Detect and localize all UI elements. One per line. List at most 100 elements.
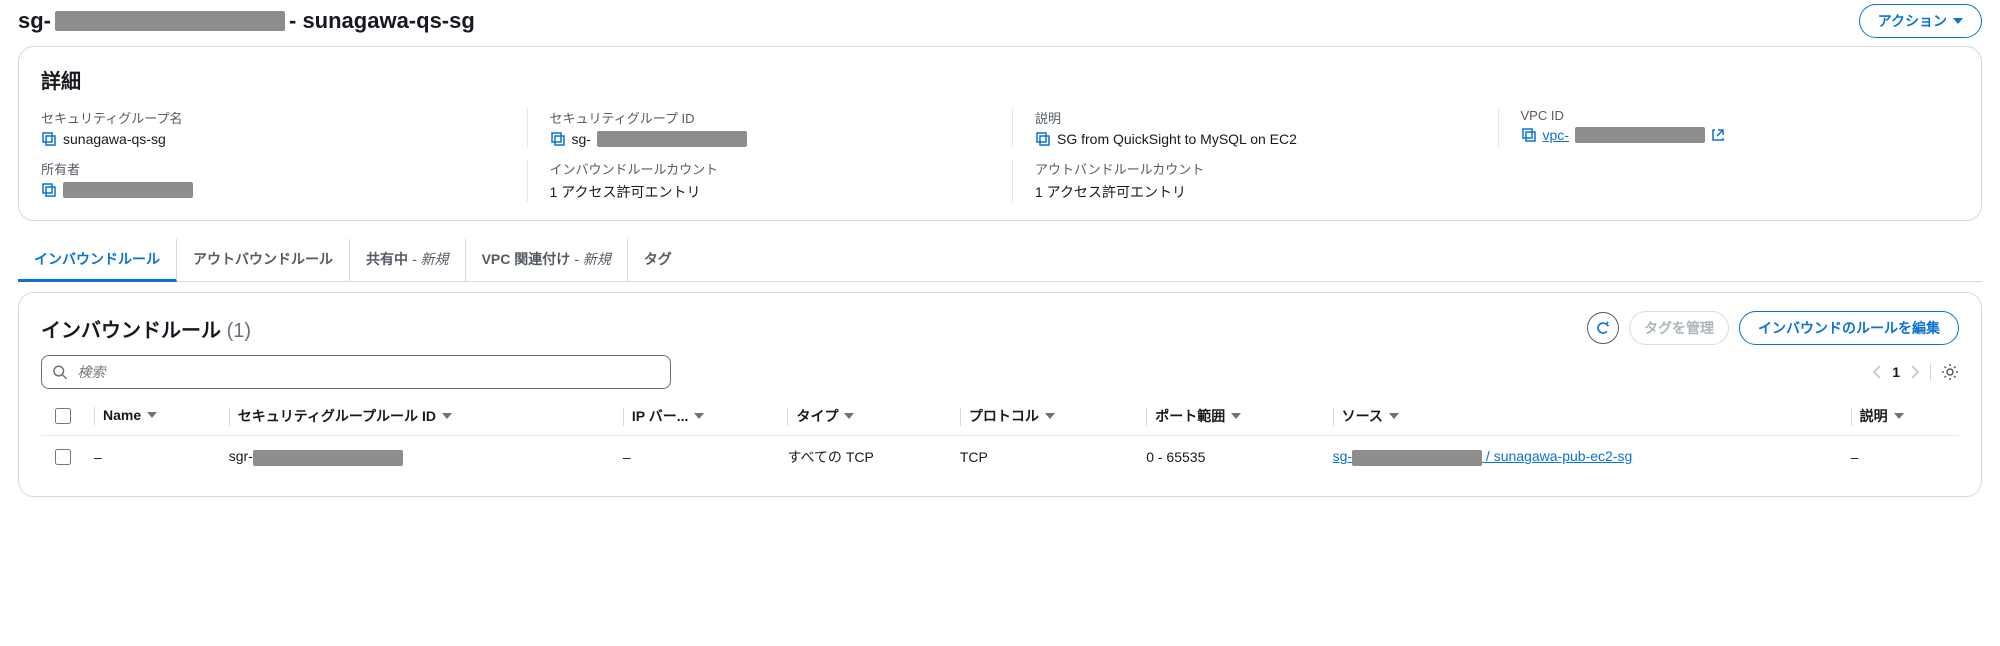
redacted-sg-id-value [597, 131, 747, 147]
vpc-link[interactable]: vpc- [1543, 127, 1569, 143]
redacted-sg-id [55, 11, 285, 31]
col-type[interactable]: タイプ [777, 397, 949, 436]
col-label: IP バー... [632, 406, 689, 426]
actions-label: アクション [1878, 11, 1947, 31]
copy-icon[interactable] [41, 182, 57, 198]
label: インバウンドのルールを編集 [1758, 318, 1940, 338]
detail-vpc-id: VPC ID vpc- [1498, 108, 1960, 147]
filter-caret-icon [147, 412, 157, 418]
redacted-source [1352, 450, 1482, 466]
details-title: 詳細 [41, 65, 1959, 94]
manage-tags-button[interactable]: タグを管理 [1629, 311, 1729, 345]
tab-sharing[interactable]: 共有中- 新規 [350, 239, 466, 281]
detail-description: 説明 SG from QuickSight to MySQL on EC2 [1012, 108, 1474, 147]
prev-page-icon[interactable] [1872, 365, 1882, 379]
settings-button[interactable] [1930, 363, 1959, 381]
actions-button[interactable]: アクション [1859, 4, 1982, 38]
col-rule-id[interactable]: セキュリティグループルール ID [219, 397, 613, 436]
value: 1 アクセス許可エントリ [1035, 182, 1186, 202]
col-ip-ver[interactable]: IP バー... [613, 397, 778, 436]
value: sg- [572, 131, 591, 147]
col-source[interactable]: ソース [1323, 397, 1841, 436]
tab-tags[interactable]: タグ [628, 239, 688, 281]
cell-name: – [84, 436, 219, 479]
col-label: ソース [1342, 406, 1383, 426]
filter-caret-icon [1231, 413, 1241, 419]
title-text: インバウンドルール [41, 320, 221, 342]
filter-caret-icon [1045, 413, 1055, 419]
source-link[interactable]: sg- / sunagawa-pub-ec2-sg [1333, 448, 1633, 464]
next-page-icon[interactable] [1910, 365, 1920, 379]
copy-icon[interactable] [41, 131, 57, 147]
col-label: ポート範囲 [1155, 406, 1225, 426]
col-name[interactable]: Name [84, 397, 219, 436]
col-label: Name [103, 407, 141, 423]
filter-caret-icon [1894, 413, 1904, 419]
edit-rules-button[interactable]: インバウンドのルールを編集 [1739, 311, 1959, 345]
tab-label: アウトバウンドルール [193, 249, 333, 269]
filter-caret-icon [694, 413, 704, 419]
title-prefix: sg- [18, 8, 51, 34]
copy-icon[interactable] [1521, 127, 1537, 143]
value: SG from QuickSight to MySQL on EC2 [1057, 131, 1297, 147]
select-all-checkbox[interactable] [55, 408, 71, 424]
redacted-vpc-id [1575, 127, 1705, 143]
tab-outbound[interactable]: アウトバウンドルール [177, 239, 350, 281]
detail-outbound-count: アウトバンドルールカウント 1 アクセス許可エントリ [1012, 159, 1474, 202]
tab-vpc-assoc[interactable]: VPC 関連付け- 新規 [466, 239, 628, 281]
search-box[interactable] [41, 355, 671, 389]
rule-id-prefix: sgr- [229, 448, 253, 464]
detail-inbound-count: インバウンドルールカウント 1 アクセス許可エントリ [527, 159, 989, 202]
tab-inbound[interactable]: インバウンドルール [18, 239, 177, 282]
redacted-rule-id [253, 450, 403, 466]
copy-icon[interactable] [1035, 131, 1051, 147]
section-title: インバウンドルール (1) [41, 314, 251, 343]
external-link-icon[interactable] [1711, 128, 1725, 142]
col-port-range[interactable]: ポート範囲 [1136, 397, 1322, 436]
cell-ip-ver: – [613, 436, 778, 479]
tabs: インバウンドルール アウトバウンドルール 共有中- 新規 VPC 関連付け- 新… [18, 239, 1982, 282]
gear-icon [1941, 363, 1959, 381]
refresh-icon [1595, 320, 1611, 336]
pagination: 1 [1872, 363, 1959, 381]
label: タグを管理 [1644, 320, 1714, 336]
label: 説明 [1035, 108, 1474, 127]
details-panel: 詳細 セキュリティグループ名 sunagawa-qs-sg セキュリティグループ… [18, 46, 1982, 221]
cell-description: – [1841, 436, 1959, 479]
caret-down-icon [1953, 18, 1963, 24]
inbound-rules-panel: インバウンドルール (1) タグを管理 インバウンドのルールを編集 1 [18, 292, 1982, 497]
rules-table: Name セキュリティグループルール ID IP バー... タイプ プロトコル… [41, 397, 1959, 478]
cell-port-range: 0 - 65535 [1136, 436, 1322, 479]
filter-caret-icon [844, 413, 854, 419]
source-suffix: / sunagawa-pub-ec2-sg [1482, 448, 1632, 464]
col-label: 説明 [1860, 406, 1888, 426]
filter-caret-icon [1389, 413, 1399, 419]
page-title: sg- - sunagawa-qs-sg [18, 8, 475, 34]
detail-sg-id: セキュリティグループ ID sg- [527, 108, 989, 147]
col-label: セキュリティグループルール ID [238, 406, 436, 426]
cell-rule-id: sgr- [219, 436, 613, 479]
value: 1 アクセス許可エントリ [550, 182, 701, 202]
page-number: 1 [1892, 364, 1900, 380]
row-checkbox[interactable] [55, 449, 71, 465]
filter-caret-icon [442, 413, 452, 419]
source-prefix: sg- [1333, 448, 1352, 464]
new-flag: - 新規 [412, 249, 449, 269]
value: sunagawa-qs-sg [63, 131, 166, 147]
col-label: プロトコル [969, 406, 1039, 426]
cell-protocol: TCP [950, 436, 1136, 479]
cell-type: すべての TCP [777, 436, 949, 479]
label: アウトバンドルールカウント [1035, 159, 1474, 178]
detail-sg-name: セキュリティグループ名 sunagawa-qs-sg [41, 108, 503, 147]
label: セキュリティグループ ID [550, 108, 989, 127]
col-protocol[interactable]: プロトコル [950, 397, 1136, 436]
copy-icon[interactable] [550, 131, 566, 147]
col-description[interactable]: 説明 [1841, 397, 1959, 436]
refresh-button[interactable] [1587, 312, 1619, 344]
label: VPC ID [1521, 108, 1960, 123]
search-input[interactable] [75, 363, 660, 381]
search-icon [52, 364, 67, 380]
label: 所有者 [41, 159, 503, 178]
tab-label: タグ [644, 249, 672, 269]
table-row[interactable]: – sgr- – すべての TCP TCP 0 - 65535 sg- / su… [41, 436, 1959, 479]
